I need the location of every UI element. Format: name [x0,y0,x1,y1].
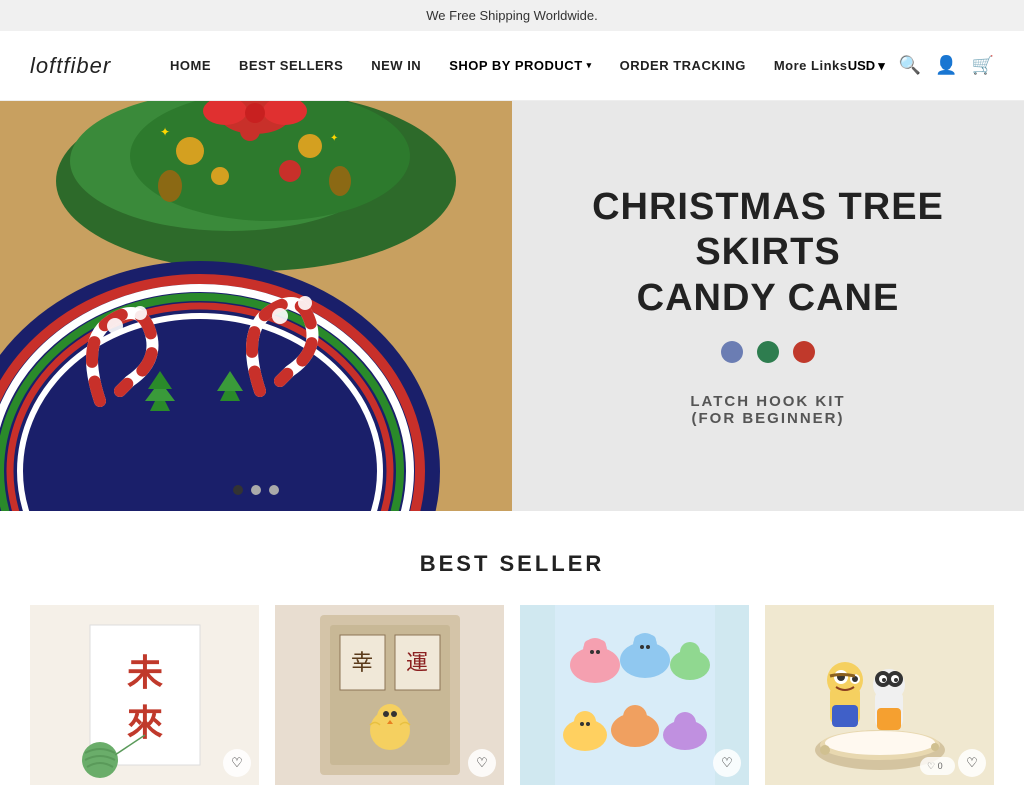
svg-text:運: 運 [405,650,427,675]
nav-more-links[interactable]: More Links [774,58,848,73]
product-image-4: ♡ 0 ♡ [765,605,994,785]
carousel-dot-3[interactable] [269,485,279,495]
cart-button[interactable]: 🛒 [972,55,994,76]
svg-text:未: 未 [126,652,162,693]
announcement-bar: We Free Shipping Worldwide. [0,0,1024,31]
currency-selector[interactable]: USD ▾ [848,58,885,74]
header-icons: USD ▾ 🔍 👤 🛒 [848,55,994,76]
wishlist-button-4[interactable]: ♡ [958,749,986,777]
currency-arrow: ▾ [878,58,885,74]
svg-text:♡ 0: ♡ 0 [927,761,943,771]
search-icon: 🔍 [899,55,921,76]
color-options [721,341,815,363]
carousel-dot-1[interactable] [233,485,243,495]
account-icon: 👤 [935,55,957,76]
product-image-3: ♡ [520,605,749,785]
search-button[interactable]: 🔍 [899,55,921,76]
color-option-green[interactable] [757,341,779,363]
announcement-text: We Free Shipping Worldwide. [426,8,598,23]
header: loftfiber HOME BEST SELLERS NEW IN SHOP … [0,31,1024,101]
svg-text:幸: 幸 [350,650,372,675]
product-image-2: 幸 運 ♡ [275,605,504,785]
wishlist-button-1[interactable]: ♡ [223,749,251,777]
nav-shop-by-product[interactable]: SHOP BY PRODUCT ▾ [449,58,591,73]
color-option-red[interactable] [793,341,815,363]
carousel-dots [233,485,279,495]
svg-text:來: 來 [126,702,162,743]
product-card-1[interactable]: 未 來 ♡ [30,605,259,785]
nav-home[interactable]: HOME [170,58,211,73]
hero-product-image: ✦ ✦ [0,101,512,511]
nav-order-tracking[interactable]: ORDER TRACKING [620,58,746,73]
hero-banner: ✦ ✦ [0,101,1024,511]
shop-by-product-dropdown-arrow: ▾ [587,60,592,71]
product-card-3[interactable]: ♡ [520,605,749,785]
product-card-4[interactable]: ♡ 0 ♡ [765,605,994,785]
main-nav: HOME BEST SELLERS NEW IN SHOP BY PRODUCT… [170,58,848,73]
wishlist-button-3[interactable]: ♡ [713,749,741,777]
svg-text:✦: ✦ [330,133,338,144]
hero-title: CHRISTMAS TREE SKIRTS CANDY CANE [542,185,994,322]
nav-best-sellers[interactable]: BEST SELLERS [239,58,343,73]
logo[interactable]: loftfiber [30,53,170,79]
nav-new-in[interactable]: NEW IN [371,58,421,73]
wishlist-button-2[interactable]: ♡ [468,749,496,777]
account-button[interactable]: 👤 [935,55,957,76]
best-seller-title: BEST SELLER [30,551,994,577]
products-grid: 未 來 ♡ [30,605,994,785]
currency-label: USD [848,58,875,73]
best-seller-section: BEST SELLER 未 來 [0,511,1024,805]
svg-text:✦: ✦ [160,125,170,139]
color-option-blue[interactable] [721,341,743,363]
hero-content: CHRISTMAS TREE SKIRTS CANDY CANE LATCH H… [512,101,1024,511]
cart-icon: 🛒 [972,55,994,76]
carousel-dot-2[interactable] [251,485,261,495]
product-card-2[interactable]: 幸 運 ♡ [275,605,504,785]
hero-subtitle: LATCH HOOK KIT (FOR BEGINNER) [690,393,845,427]
product-image-1: 未 來 ♡ [30,605,259,785]
